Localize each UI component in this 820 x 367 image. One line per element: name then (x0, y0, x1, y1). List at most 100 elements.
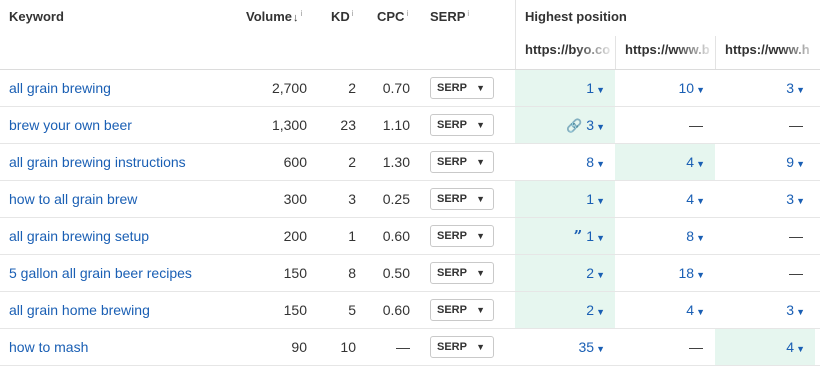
position-cell[interactable]: 3 ▼ (715, 70, 815, 106)
serp-dropdown[interactable]: SERP ▼ (430, 262, 494, 284)
info-icon[interactable]: i (352, 9, 354, 18)
caret-down-icon[interactable]: ▼ (596, 270, 605, 280)
kd-value: 23 (340, 117, 356, 133)
keyword-link[interactable]: how to all grain brew (9, 181, 137, 217)
position-cell[interactable]: ” 1 ▼ (515, 218, 615, 254)
info-icon[interactable]: i (406, 9, 408, 18)
position-cell[interactable]: 4 ▼ (615, 292, 715, 328)
position-value: 18 (678, 265, 695, 281)
serp-column-header: SERP i (430, 9, 469, 24)
volume-value: 150 (283, 302, 307, 318)
position-value: 1 (586, 228, 595, 244)
position-cell[interactable]: 🔗 3 ▼ (515, 107, 615, 143)
serp-dropdown[interactable]: SERP ▼ (430, 188, 494, 210)
caret-down-icon[interactable]: ▼ (796, 307, 805, 317)
caret-down-icon[interactable]: ▼ (796, 159, 805, 169)
info-icon[interactable]: i (467, 9, 469, 18)
caret-down-icon[interactable]: ▼ (696, 233, 705, 243)
position-cell[interactable]: 1 ▼ (515, 181, 615, 217)
keyword-column-header[interactable]: Keyword (9, 9, 64, 24)
position-value: 9 (786, 154, 795, 170)
serp-label: SERP (437, 267, 467, 279)
serp-label: SERP (437, 341, 467, 353)
position-cell[interactable]: 18 ▼ (615, 255, 715, 291)
caret-down-icon[interactable]: ▼ (796, 344, 805, 354)
url-column-header-3[interactable]: https://www.h (715, 36, 820, 69)
position-value: — (689, 339, 703, 355)
caret-down-icon[interactable]: ▼ (596, 122, 605, 132)
serp-label: SERP (437, 156, 467, 168)
caret-down-icon[interactable]: ▼ (596, 159, 605, 169)
caret-down-icon[interactable]: ▼ (596, 233, 605, 243)
position-value: 3 (586, 117, 595, 133)
table-row: how to all grain brew 300 3 0.25 SERP ▼ 1 ▼ 4 ▼ 3 ▼ (0, 181, 820, 218)
serp-label: SERP (437, 193, 467, 205)
caret-down-icon[interactable]: ▼ (796, 196, 805, 206)
position-cell[interactable]: 3 ▼ (715, 181, 815, 217)
caret-down-icon[interactable]: ▼ (596, 196, 605, 206)
position-cell[interactable]: 2 ▼ (515, 255, 615, 291)
volume-header-label: Volume (246, 9, 292, 24)
url-column-header-1[interactable]: https://byo.co (515, 36, 615, 69)
caret-down-icon[interactable]: ▼ (696, 159, 705, 169)
serp-dropdown[interactable]: SERP ▼ (430, 299, 494, 321)
caret-down-icon[interactable]: ▼ (696, 270, 705, 280)
keyword-link[interactable]: brew your own beer (9, 107, 132, 143)
serp-dropdown[interactable]: SERP ▼ (430, 225, 494, 247)
table-row: 5 gallon all grain beer recipes 150 8 0.50 S… (0, 255, 820, 292)
position-cell[interactable]: 10 ▼ (615, 70, 715, 106)
position-value: 4 (686, 191, 695, 207)
position-cell[interactable]: 9 ▼ (715, 144, 815, 180)
position-value: 2 (586, 302, 595, 318)
caret-down-icon[interactable]: ▼ (596, 307, 605, 317)
keyword-link[interactable]: 5 gallon all grain beer recipes (9, 255, 192, 291)
position-value: 4 (686, 302, 695, 318)
table-header: Keyword Volume↓ i KD i CPC i SERP i Highest … (0, 0, 820, 70)
keyword-link[interactable]: all grain home brewing (9, 292, 150, 328)
kd-value: 2 (348, 154, 356, 170)
position-value: 1 (586, 191, 595, 207)
position-cell: — (615, 107, 715, 143)
position-cell[interactable]: 3 ▼ (715, 292, 815, 328)
serp-dropdown[interactable]: SERP ▼ (430, 114, 494, 136)
volume-column-header[interactable]: Volume↓ i (246, 9, 302, 24)
position-cell[interactable]: 8 ▼ (615, 218, 715, 254)
caret-down-icon: ▼ (476, 342, 485, 352)
keyword-link[interactable]: all grain brewing instructions (9, 144, 186, 180)
position-cell[interactable]: 2 ▼ (515, 292, 615, 328)
volume-value: 1,300 (271, 117, 307, 133)
caret-down-icon[interactable]: ▼ (696, 196, 705, 206)
volume-value: 150 (283, 265, 307, 281)
url-column-header-2[interactable]: https://www.b (615, 36, 715, 69)
keyword-header-label: Keyword (9, 9, 64, 24)
info-icon[interactable]: i (301, 9, 303, 18)
keyword-link[interactable]: all grain brewing setup (9, 218, 149, 254)
position-cell[interactable]: 4 ▼ (615, 144, 715, 180)
caret-down-icon[interactable]: ▼ (596, 85, 605, 95)
keyword-link[interactable]: all grain brewing (9, 70, 111, 106)
position-cell[interactable]: 35 ▼ (515, 329, 615, 365)
caret-down-icon[interactable]: ▼ (696, 307, 705, 317)
position-cell[interactable]: 4 ▼ (715, 329, 815, 365)
position-cell[interactable]: 1 ▼ (515, 70, 615, 106)
position-cell: — (715, 107, 815, 143)
caret-down-icon[interactable]: ▼ (596, 344, 605, 354)
kd-column-header[interactable]: KD i (331, 9, 354, 24)
caret-down-icon[interactable]: ▼ (796, 85, 805, 95)
serp-dropdown[interactable]: SERP ▼ (430, 151, 494, 173)
position-cell[interactable]: 8 ▼ (515, 144, 615, 180)
cpc-column-header[interactable]: CPC i (377, 9, 408, 24)
position-cell[interactable]: 4 ▼ (615, 181, 715, 217)
caret-down-icon[interactable]: ▼ (696, 85, 705, 95)
table-row: all grain brewing setup 200 1 0.60 SERP ▼” 1 ▼ 8… (0, 218, 820, 255)
position-value: 4 (786, 339, 795, 355)
position-value: 1 (586, 80, 595, 96)
kd-value: 8 (348, 265, 356, 281)
position-value: 8 (686, 228, 695, 244)
serp-label: SERP (437, 119, 467, 131)
serp-dropdown[interactable]: SERP ▼ (430, 336, 494, 358)
serp-dropdown[interactable]: SERP ▼ (430, 77, 494, 99)
keyword-link[interactable]: how to mash (9, 329, 88, 365)
quote-icon: ” (573, 227, 583, 245)
table-row: all grain home brewing 150 5 0.60 SERP ▼ 2 ▼ 4 ▼ 3… (0, 292, 820, 329)
